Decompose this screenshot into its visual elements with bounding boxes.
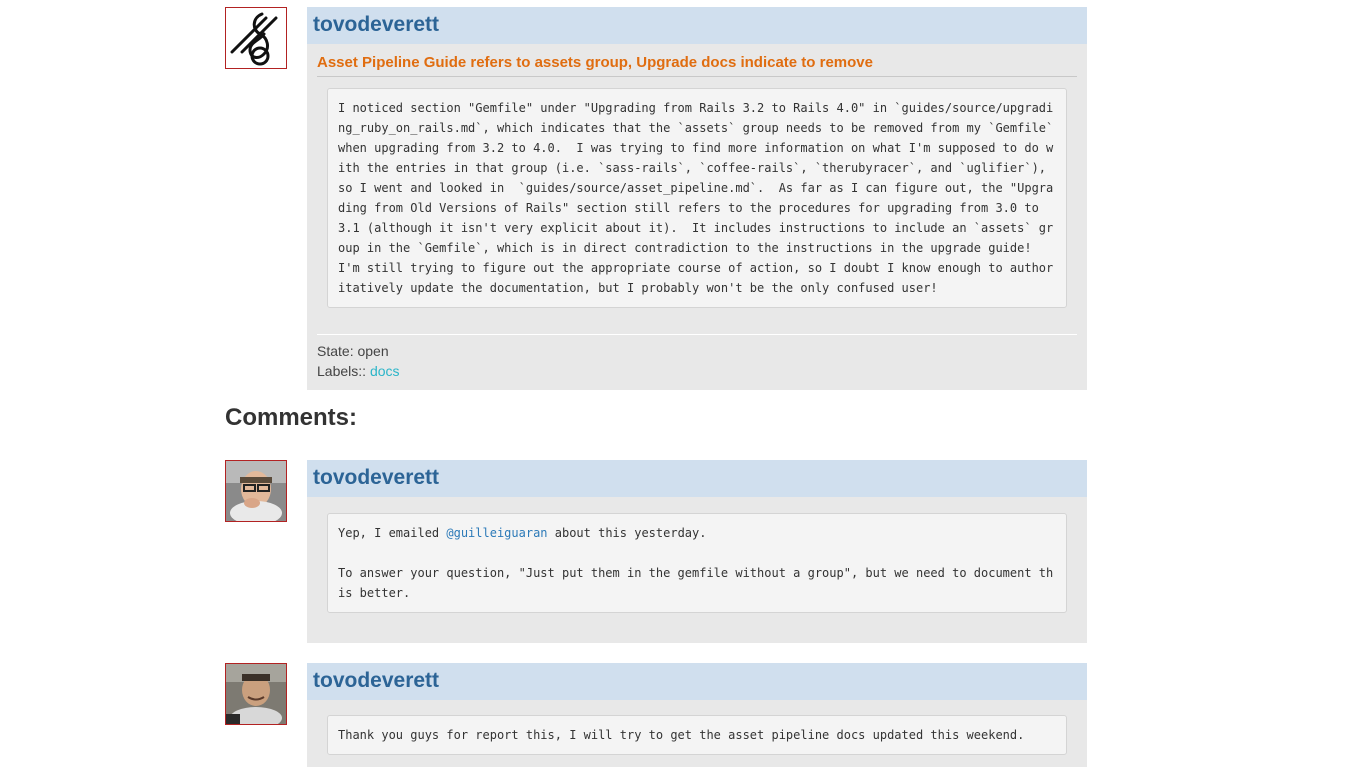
issue-meta: State: open Labels:: docs <box>317 341 1077 381</box>
avatar-photo-icon <box>226 664 286 724</box>
comment-text: about this yesterday. <box>547 526 707 540</box>
comment-author-avatar[interactable] <box>225 663 287 725</box>
issue-author-avatar[interactable] <box>225 7 287 69</box>
comment-body: Yep, I emailed @guilleiguaran about this… <box>327 513 1067 613</box>
issue-panel: tovodeverett Asset Pipeline Guide refers… <box>307 7 1087 390</box>
issue-title: Asset Pipeline Guide refers to assets gr… <box>317 54 1077 77</box>
divider <box>317 334 1077 335</box>
comment-text: To answer your question, "Just put them … <box>338 566 1054 600</box>
comment-panel: tovodeverett Yep, I emailed @guilleiguar… <box>307 460 1087 643</box>
issue-header: tovodeverett <box>307 7 1087 44</box>
issue-body: I noticed section "Gemfile" under "Upgra… <box>327 88 1067 308</box>
issue-labels: Labels:: docs <box>317 361 1077 381</box>
comment-author-name[interactable]: tovodeverett <box>313 466 439 489</box>
avatar-photo-icon <box>226 461 286 521</box>
comment-body: Thank you guys for report this, I will t… <box>327 715 1067 755</box>
mention-link[interactable]: @guilleiguaran <box>446 526 547 540</box>
state-value: open <box>357 343 389 359</box>
logo-icon <box>230 12 278 66</box>
labels-label: Labels:: <box>317 363 367 379</box>
state-label: State: <box>317 343 354 359</box>
comment-header: tovodeverett <box>307 663 1087 700</box>
label-docs-link[interactable]: docs <box>370 363 400 379</box>
comments-heading: Comments: <box>225 404 358 431</box>
comment-author-name[interactable]: tovodeverett <box>313 669 439 692</box>
comment-author-avatar[interactable] <box>225 460 287 522</box>
issue-author-name[interactable]: tovodeverett <box>313 13 439 36</box>
comment-panel: tovodeverett Thank you guys for report t… <box>307 663 1087 767</box>
comment-header: tovodeverett <box>307 460 1087 497</box>
comment-text: Yep, I emailed <box>338 526 447 540</box>
issue-state: State: open <box>317 341 1077 361</box>
